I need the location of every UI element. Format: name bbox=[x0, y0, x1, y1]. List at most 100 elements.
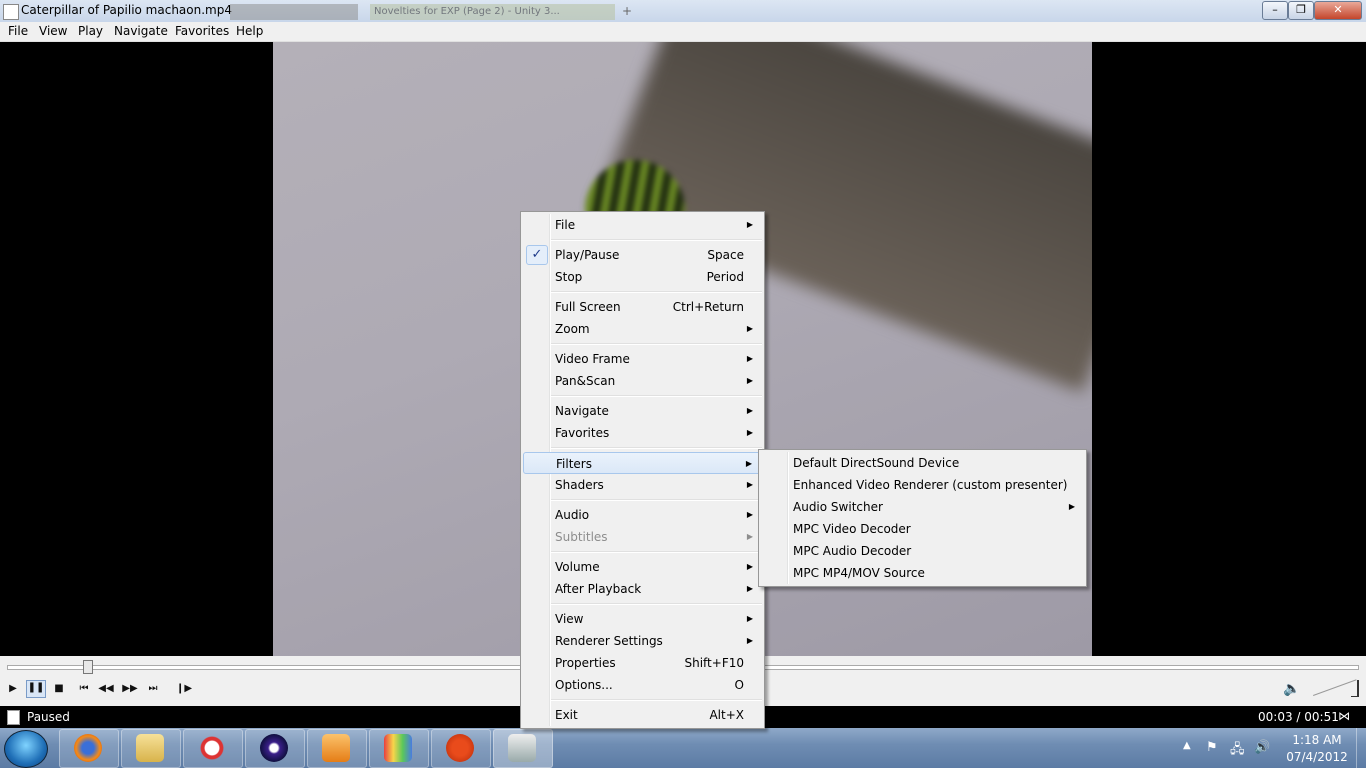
paint-icon bbox=[384, 734, 412, 762]
show-desktop-button[interactable] bbox=[1356, 728, 1366, 768]
ccleaner-icon bbox=[446, 734, 474, 762]
menu-item-shaders[interactable]: Shaders ▶ bbox=[523, 474, 762, 496]
menu-separator bbox=[551, 699, 762, 701]
submenu-arrow-icon: ▶ bbox=[746, 406, 753, 415]
menu-item-options[interactable]: Options... O bbox=[523, 674, 762, 696]
context-menu: File ▶ ✓ Play/Pause Space Stop Period Full S… bbox=[520, 211, 765, 729]
submenu-arrow-icon: ▶ bbox=[746, 584, 753, 593]
taskbar-ccleaner[interactable] bbox=[431, 729, 491, 768]
menu-separator bbox=[551, 291, 762, 293]
start-button[interactable] bbox=[4, 730, 48, 768]
taskbar-media-player[interactable] bbox=[307, 729, 367, 768]
menu-favorites[interactable]: Favorites bbox=[175, 24, 229, 38]
status-state: Paused bbox=[27, 710, 70, 724]
scissors-icon bbox=[198, 734, 226, 762]
taskbar-media-center[interactable] bbox=[245, 729, 305, 768]
checkmark-icon: ✓ bbox=[526, 245, 548, 265]
minimize-button[interactable]: – bbox=[1262, 1, 1288, 20]
stats-icon[interactable]: ⋈ bbox=[1338, 709, 1350, 723]
menu-separator bbox=[551, 239, 762, 241]
media-center-icon bbox=[260, 734, 288, 762]
taskbar-explorer[interactable] bbox=[121, 729, 181, 768]
stop-button[interactable]: ■ bbox=[51, 682, 67, 696]
status-file-icon bbox=[7, 710, 20, 725]
menu-item-exit[interactable]: Exit Alt+X bbox=[523, 704, 762, 726]
menu-item-view[interactable]: View ▶ bbox=[523, 608, 762, 630]
menu-item-video-frame[interactable]: Video Frame ▶ bbox=[523, 348, 762, 370]
action-center-icon[interactable]: ⚑ bbox=[1206, 740, 1218, 755]
previous-button[interactable]: ⏮ bbox=[76, 682, 92, 696]
menu-play[interactable]: Play bbox=[78, 24, 103, 38]
menu-separator bbox=[551, 343, 762, 345]
menu-item-zoom[interactable]: Zoom ▶ bbox=[523, 318, 762, 340]
submenu-arrow-icon: ▶ bbox=[746, 562, 753, 571]
submenu-arrow-icon: ▶ bbox=[746, 480, 753, 489]
submenu-arrow-icon: ▶ bbox=[746, 510, 753, 519]
background-tab[interactable] bbox=[230, 4, 358, 20]
taskbar-snipping-tool[interactable] bbox=[183, 729, 243, 768]
submenu-arrow-icon: ▶ bbox=[1068, 502, 1075, 511]
forward-button[interactable]: ▶▶ bbox=[122, 682, 138, 696]
menu-item-volume[interactable]: Volume ▶ bbox=[523, 556, 762, 578]
filter-evr[interactable]: Enhanced Video Renderer (custom presente… bbox=[761, 474, 1084, 496]
folder-icon bbox=[136, 734, 164, 762]
background-tab-browser[interactable]: Novelties for EXP (Page 2) - Unity 3... bbox=[370, 4, 615, 20]
filter-mp4-mov-source[interactable]: MPC MP4/MOV Source bbox=[761, 562, 1084, 584]
seek-thumb[interactable] bbox=[82, 660, 93, 674]
filter-mpc-video-decoder[interactable]: MPC Video Decoder bbox=[761, 518, 1084, 540]
filters-submenu: Default DirectSound Device Enhanced Vide… bbox=[758, 449, 1087, 587]
menu-item-favorites[interactable]: Favorites ▶ bbox=[523, 422, 762, 444]
volume-slider[interactable] bbox=[1313, 680, 1361, 698]
menu-item-properties[interactable]: Properties Shift+F10 bbox=[523, 652, 762, 674]
taskbar-paint[interactable] bbox=[369, 729, 429, 768]
submenu-arrow-icon: ▶ bbox=[746, 428, 753, 437]
menu-item-play-pause[interactable]: ✓ Play/Pause Space bbox=[523, 244, 762, 266]
menu-item-filters[interactable]: Filters ▶ bbox=[523, 452, 762, 474]
filter-mpc-audio-decoder[interactable]: MPC Audio Decoder bbox=[761, 540, 1084, 562]
submenu-arrow-icon: ▶ bbox=[746, 376, 753, 385]
volume-thumb[interactable] bbox=[1351, 680, 1359, 697]
taskbar-firefox[interactable] bbox=[59, 729, 119, 768]
menu-item-pan-scan[interactable]: Pan&Scan ▶ bbox=[523, 370, 762, 392]
menu-file[interactable]: File bbox=[8, 24, 28, 38]
menu-item-stop[interactable]: Stop Period bbox=[523, 266, 762, 288]
play-button[interactable]: ▶ bbox=[5, 682, 21, 696]
frame-step-button[interactable]: ❙▶ bbox=[176, 682, 192, 696]
menu-navigate[interactable]: Navigate bbox=[114, 24, 168, 38]
submenu-arrow-icon: ▶ bbox=[745, 459, 752, 468]
clock-time[interactable]: 1:18 AM bbox=[1282, 733, 1352, 747]
app-icon bbox=[3, 4, 19, 20]
tray-expand-icon[interactable]: ▲ bbox=[1183, 740, 1191, 751]
filter-directsound[interactable]: Default DirectSound Device bbox=[761, 452, 1084, 474]
restore-button[interactable]: ❐ bbox=[1288, 1, 1314, 20]
menu-item-subtitles: Subtitles ▶ bbox=[523, 526, 762, 548]
taskbar: ▲ ⚑ 🖧 🔊 1:18 AM 07/4/2012 bbox=[0, 728, 1366, 768]
new-tab-button[interactable]: + bbox=[622, 4, 638, 20]
menu-separator bbox=[551, 603, 762, 605]
menu-separator bbox=[551, 551, 762, 553]
close-button[interactable]: ✕ bbox=[1314, 1, 1362, 20]
next-button[interactable]: ⏭ bbox=[145, 682, 161, 696]
submenu-arrow-icon: ▶ bbox=[746, 324, 753, 333]
network-icon[interactable]: 🖧 bbox=[1230, 740, 1245, 762]
filter-audio-switcher[interactable]: Audio Switcher ▶ bbox=[761, 496, 1084, 518]
speaker-icon[interactable]: 🔊 bbox=[1254, 740, 1270, 755]
window-title: Caterpillar of Papilio machaon.mp4 bbox=[21, 3, 232, 17]
taskbar-mpc-hc[interactable] bbox=[493, 729, 553, 768]
submenu-arrow-icon: ▶ bbox=[746, 354, 753, 363]
clock-date[interactable]: 07/4/2012 bbox=[1282, 750, 1352, 764]
menu-help[interactable]: Help bbox=[236, 24, 263, 38]
menu-item-full-screen[interactable]: Full Screen Ctrl+Return bbox=[523, 296, 762, 318]
menu-item-file[interactable]: File ▶ bbox=[523, 214, 762, 236]
menu-item-renderer-settings[interactable]: Renderer Settings ▶ bbox=[523, 630, 762, 652]
menu-view[interactable]: View bbox=[39, 24, 67, 38]
submenu-arrow-icon: ▶ bbox=[746, 636, 753, 645]
menu-item-after-playback[interactable]: After Playback ▶ bbox=[523, 578, 762, 600]
menu-item-navigate[interactable]: Navigate ▶ bbox=[523, 400, 762, 422]
menu-item-audio[interactable]: Audio ▶ bbox=[523, 504, 762, 526]
title-bar: Caterpillar of Papilio machaon.mp4 Novel… bbox=[0, 0, 1366, 22]
mpc-hc-icon bbox=[508, 734, 536, 762]
pause-button[interactable]: ❚❚ bbox=[26, 680, 46, 698]
volume-icon[interactable]: 🔈 bbox=[1283, 681, 1300, 697]
rewind-button[interactable]: ◀◀ bbox=[98, 682, 114, 696]
